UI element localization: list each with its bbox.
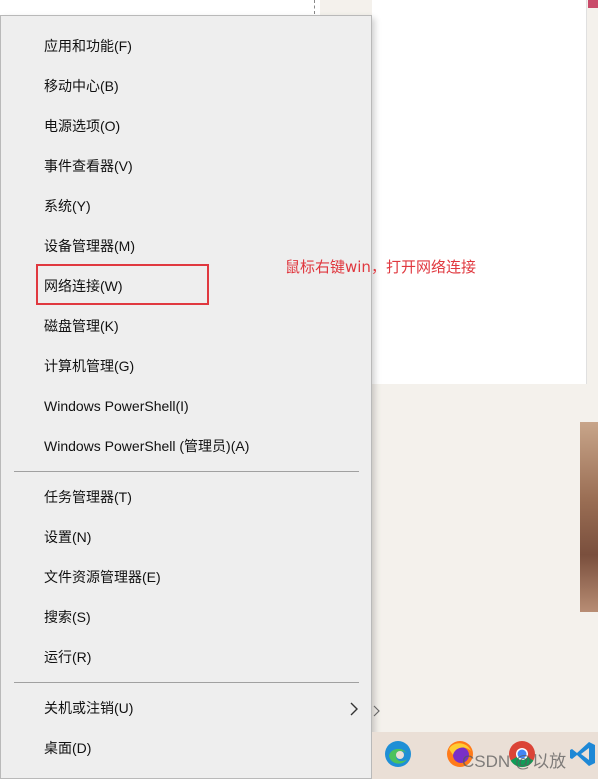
menu-item-shutdown-signout[interactable]: 关机或注销(U) bbox=[1, 690, 371, 726]
menu-item-power-options[interactable]: 电源选项(O) bbox=[1, 108, 371, 144]
chevron-right-icon bbox=[373, 705, 380, 717]
menu-item-settings[interactable]: 设置(N) bbox=[1, 519, 371, 555]
menu-separator bbox=[14, 682, 359, 683]
background-app-icon bbox=[588, 0, 598, 8]
menu-item-desktop[interactable]: 桌面(D) bbox=[1, 730, 371, 766]
menu-item-disk-management[interactable]: 磁盘管理(K) bbox=[1, 308, 371, 344]
background-photo-fragment bbox=[580, 422, 598, 612]
menu-item-computer-management[interactable]: 计算机管理(G) bbox=[1, 348, 371, 384]
chevron-right-icon bbox=[350, 702, 358, 716]
winx-context-menu: 应用和功能(F) 移动中心(B) 电源选项(O) 事件查看器(V) 系统(Y) … bbox=[0, 15, 372, 779]
background-window-strip bbox=[0, 0, 320, 16]
menu-item-mobility-center[interactable]: 移动中心(B) bbox=[1, 68, 371, 104]
vscode-icon[interactable] bbox=[568, 739, 598, 769]
menu-item-powershell[interactable]: Windows PowerShell(I) bbox=[1, 388, 371, 424]
menu-item-run[interactable]: 运行(R) bbox=[1, 639, 371, 675]
menu-separator bbox=[14, 471, 359, 472]
annotation-text: 鼠标右键win，打开网络连接 bbox=[285, 258, 476, 276]
edge-icon[interactable] bbox=[383, 739, 413, 769]
menu-item-search[interactable]: 搜索(S) bbox=[1, 599, 371, 635]
annotation-highlight-box bbox=[36, 264, 209, 305]
menu-item-system[interactable]: 系统(Y) bbox=[1, 188, 371, 224]
background-window-panel bbox=[372, 0, 587, 384]
menu-item-powershell-admin[interactable]: Windows PowerShell (管理员)(A) bbox=[1, 428, 371, 464]
background-dashed-divider bbox=[314, 0, 315, 14]
csdn-watermark: CSDN @以放 bbox=[462, 752, 567, 771]
menu-item-event-viewer[interactable]: 事件查看器(V) bbox=[1, 148, 371, 184]
menu-item-file-explorer[interactable]: 文件资源管理器(E) bbox=[1, 559, 371, 595]
menu-item-task-manager[interactable]: 任务管理器(T) bbox=[1, 479, 371, 515]
menu-item-apps-features[interactable]: 应用和功能(F) bbox=[1, 28, 371, 64]
